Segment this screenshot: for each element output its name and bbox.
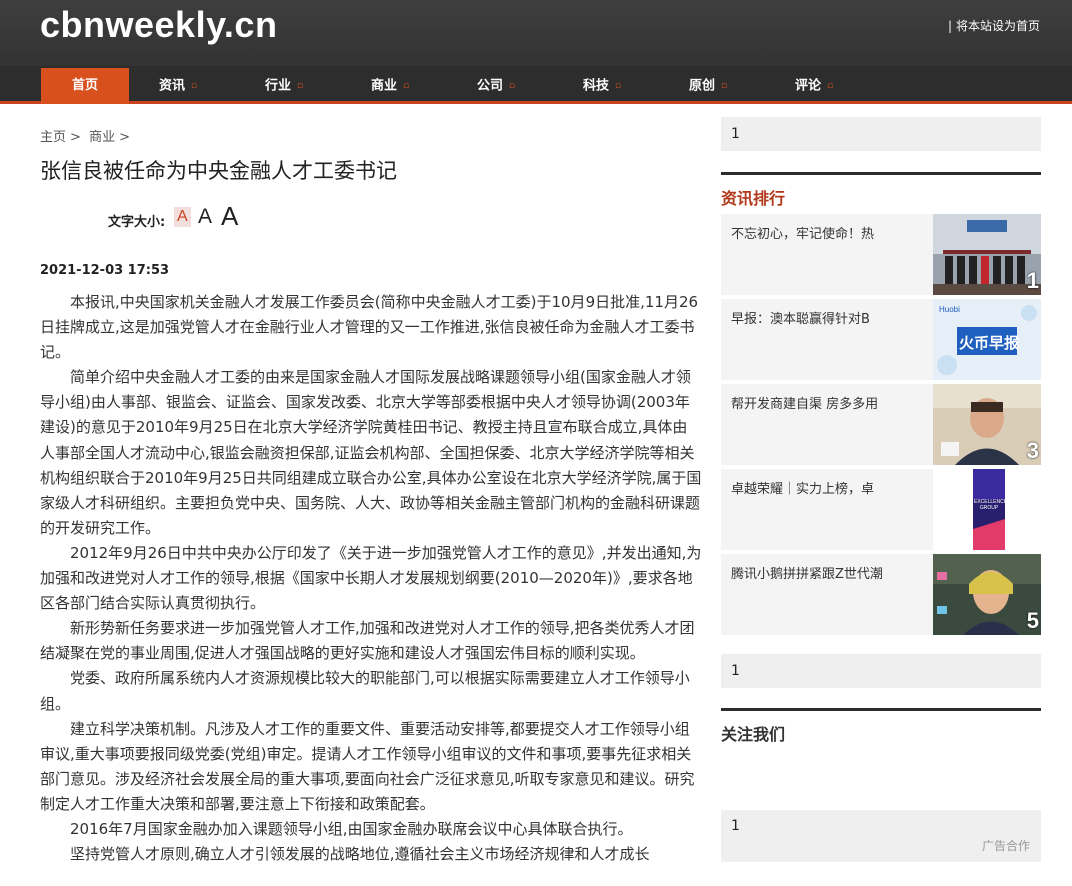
news-ranking-header: 资讯排行	[721, 172, 1041, 208]
nav-item-comment[interactable]: 评论 ▫	[795, 68, 833, 104]
rank-number: 5	[1026, 608, 1039, 633]
main-nav: 首页 资讯 ▫ 行业 ▫ 商业 ▫ 公司 ▫ 科技 ▫ 原创 ▫ 评论 ▫	[0, 66, 1072, 104]
article-title: 张信良被任命为中央金融人才工委书记	[40, 159, 397, 183]
rank-item-thumbnail[interactable]: 1	[933, 214, 1041, 295]
huobi-brand-text: Huobi	[939, 305, 960, 314]
article-paragraph: 2012年9月26日中共中央办公厅印发了《关于进一步加强党管人才工作的意见》,并…	[40, 543, 702, 613]
nav-item-business[interactable]: 商业 ▫	[371, 68, 409, 104]
sidebar-ad-box: 1	[721, 654, 1041, 688]
nav-item-tech[interactable]: 科技 ▫	[583, 68, 621, 104]
interview-photo-image	[933, 384, 1041, 465]
rank-item-thumbnail[interactable]: 5	[933, 554, 1041, 635]
breadcrumb-section[interactable]: 商业	[89, 130, 115, 145]
article-paragraph: 建立科学决策机制。凡涉及人才工作的重要文件、重要活动安排等,都要提交人才工作领导…	[40, 719, 695, 813]
rank-item-title[interactable]: 卓越荣耀｜实力上榜，卓	[731, 478, 926, 497]
chevron-down-icon: ▫	[721, 81, 728, 91]
chevron-down-icon: ▫	[615, 81, 622, 91]
ad-cooperation-link[interactable]: 广告合作	[982, 837, 1030, 854]
rank-number: 3	[1026, 438, 1039, 463]
rank-item-title[interactable]: 早报：澳本聪赢得针对B	[731, 308, 926, 327]
rank-item-title[interactable]: 腾讯小鹅拼拼紧跟Z世代潮	[731, 563, 926, 582]
rank-item-title[interactable]: 帮开发商建自渠 房多多用	[731, 393, 926, 412]
article-paragraph: 新形势新任务要求进一步加强党管人才工作,加强和改进党对人才工作的领导,把各类优秀…	[40, 619, 695, 663]
set-homepage-link[interactable]: | 将本站设为首页	[948, 17, 1040, 34]
article-paragraph: 坚持党管人才原则,确立人才引领发展的战略地位,遵循社会主义市场经济规律和人才成长	[70, 845, 650, 864]
separator: |	[947, 19, 952, 33]
article-paragraph: 党委、政府所属系统内人才资源规模比较大的职能部门,可以根据实际需要建立人才工作领…	[40, 669, 690, 713]
breadcrumb-home[interactable]: 主页	[40, 130, 66, 145]
nav-item-news[interactable]: 资讯 ▫	[159, 68, 197, 104]
font-size-medium-button[interactable]: A	[198, 205, 212, 229]
chevron-down-icon: ▫	[509, 81, 516, 91]
rank-item[interactable]: 不忘初心，牢记使命！热 1	[721, 214, 1041, 295]
nav-label: 原创	[689, 78, 716, 94]
breadcrumb: 主页 > 商业 >	[40, 126, 134, 145]
nav-label: 公司	[477, 78, 504, 94]
breadcrumb-sep: >	[70, 130, 81, 145]
article-paragraph: 本报讯,中央国家机关金融人才发展工作委员会(简称中央金融人才工委)于10月9日批…	[40, 293, 699, 362]
nav-item-company[interactable]: 公司 ▫	[477, 68, 515, 104]
nav-label: 首页	[71, 78, 98, 93]
rank-item-thumbnail[interactable]: Huobi 火币早报	[933, 299, 1041, 380]
chevron-down-icon: ▫	[827, 81, 834, 91]
nav-item-home[interactable]: 首页	[41, 68, 129, 104]
site-logo[interactable]: cbnweekly.cn	[40, 4, 277, 46]
rank-item[interactable]: 卓越荣耀｜实力上榜，卓 EXCELLENCE GROUP	[721, 469, 1041, 550]
excellence-poster-text: EXCELLENCE GROUP	[974, 499, 1008, 511]
rank-item[interactable]: 早报：澳本聪赢得针对B Huobi 火币早报	[721, 299, 1041, 380]
sidebar-ad-box: 1 广告合作	[721, 810, 1041, 862]
rank-number: 1	[1026, 268, 1039, 293]
article-paragraph: 简单介绍中央金融人才工委的由来是国家金融人才国际发展战略课题领导小组(国家金融人…	[40, 368, 702, 537]
nav-label: 评论	[795, 78, 822, 94]
nav-label: 科技	[583, 78, 610, 94]
set-homepage-label[interactable]: 将本站设为首页	[956, 19, 1040, 33]
group-photo-image	[933, 214, 1041, 295]
rank-item-thumbnail[interactable]: EXCELLENCE GROUP	[933, 469, 1041, 550]
nav-label: 商业	[371, 78, 398, 94]
rank-item-title[interactable]: 不忘初心，牢记使命！热	[731, 223, 926, 242]
rank-item-thumbnail[interactable]: 3	[933, 384, 1041, 465]
chevron-down-icon: ▫	[403, 81, 410, 91]
follow-us-header: 关注我们	[721, 708, 1041, 744]
article-date: 2021-12-03 17:53	[40, 263, 170, 278]
live-stream-image	[933, 554, 1041, 635]
font-size-large-button[interactable]: A	[221, 201, 238, 232]
chevron-down-icon: ▫	[191, 81, 198, 91]
site-header: cbnweekly.cn | 将本站设为首页 首页 资讯 ▫ 行业 ▫ 商业 ▫ 公司 ▫…	[0, 0, 1072, 104]
huobi-banner-text: 火币早报	[959, 334, 1020, 352]
font-size-small-button[interactable]: A	[174, 207, 191, 227]
chevron-down-icon: ▫	[297, 81, 304, 91]
news-ranking-title: 资讯排行	[721, 189, 786, 208]
follow-us-title: 关注我们	[721, 725, 786, 744]
rank-item[interactable]: 帮开发商建自渠 房多多用 3	[721, 384, 1041, 465]
nav-item-industry[interactable]: 行业 ▫	[265, 68, 303, 104]
article-body: 本报讯,中央国家机关金融人才发展工作委员会(简称中央金融人才工委)于10月9日批…	[40, 290, 702, 867]
nav-label: 资讯	[159, 78, 186, 94]
nav-item-original[interactable]: 原创 ▫	[689, 68, 727, 104]
font-size-label: 文字大小:	[108, 215, 166, 230]
nav-label: 行业	[265, 78, 292, 94]
article-paragraph: 2016年7月国家金融办加入课题领导小组,由国家金融办联席会议中心具体联合执行。	[70, 819, 633, 838]
breadcrumb-sep: >	[119, 130, 130, 145]
sidebar-ad-box: 1	[721, 117, 1041, 151]
rank-item[interactable]: 腾讯小鹅拼拼紧跟Z世代潮 5	[721, 554, 1041, 635]
ad-box-value: 1	[731, 818, 740, 834]
